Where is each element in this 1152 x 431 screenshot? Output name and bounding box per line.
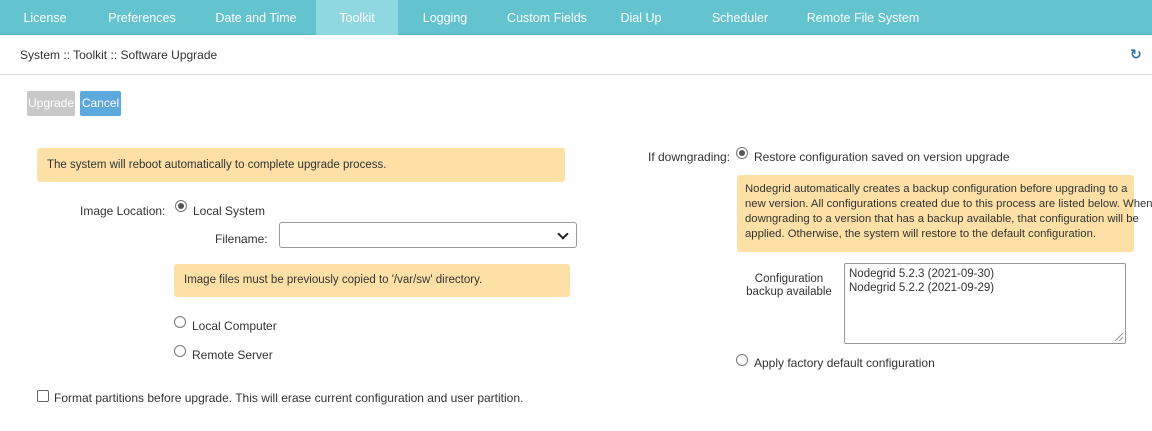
tab-scheduler[interactable]: Scheduler <box>700 0 780 35</box>
chevron-down-icon <box>557 228 569 240</box>
restore-config-label: Restore configuration saved on version u… <box>754 150 1010 164</box>
tab-logging[interactable]: Logging <box>410 0 480 35</box>
filename-label: Filename: <box>215 232 268 246</box>
refresh-icon[interactable]: ↻ <box>1130 47 1144 61</box>
downgrade-label: If downgrading: <box>648 150 731 164</box>
upgrade-button[interactable]: Upgrade <box>27 91 75 116</box>
cancel-button[interactable]: Cancel <box>80 91 121 116</box>
remote-server-radio[interactable] <box>174 345 186 357</box>
local-system-radio[interactable] <box>175 200 187 212</box>
format-partitions-checkbox[interactable] <box>37 390 49 402</box>
tab-remote-file-system[interactable]: Remote File System <box>798 0 928 35</box>
factory-default-label: Apply factory default configuration <box>754 356 935 370</box>
backup-label-line2: backup available <box>746 286 832 298</box>
backup-label-line1: Configuration <box>754 273 824 285</box>
remote-server-label: Remote Server <box>192 348 273 362</box>
top-nav: License Preferences Date and Time Toolki… <box>0 0 1152 35</box>
image-location-label: Image Location: <box>80 204 166 218</box>
tab-date-and-time[interactable]: Date and Time <box>206 0 306 35</box>
backup-info-line: new version. All configurations created … <box>745 198 1152 210</box>
reboot-note: The system will reboot automatically to … <box>37 148 565 182</box>
local-system-label: Local System <box>193 204 266 218</box>
local-computer-label: Local Computer <box>192 319 277 333</box>
restore-config-radio[interactable] <box>736 147 748 159</box>
tab-license[interactable]: License <box>8 0 82 35</box>
backup-list[interactable]: Nodegrid 5.2.3 (2021-09-30) Nodegrid 5.2… <box>844 263 1126 344</box>
tab-preferences[interactable]: Preferences <box>98 0 186 35</box>
image-files-note: Image files must be previously copied to… <box>174 264 570 297</box>
list-item[interactable]: Nodegrid 5.2.3 (2021-09-30) <box>849 267 1121 281</box>
factory-default-radio[interactable] <box>736 354 748 366</box>
backup-info-line: downgrading to a version that has a back… <box>745 213 1139 225</box>
tab-custom-fields[interactable]: Custom Fields <box>498 0 596 35</box>
backup-info-line: Nodegrid automatically creates a backup … <box>745 183 1128 195</box>
breadcrumb: System :: Toolkit :: Software Upgrade <box>20 48 218 62</box>
backup-info-note: Nodegrid automatically creates a backup … <box>737 175 1152 252</box>
format-partitions-label: Format partitions before upgrade. This w… <box>54 391 524 405</box>
filename-select[interactable] <box>279 222 577 248</box>
backup-info-line: applied. Otherwise, the system will rest… <box>745 228 1097 240</box>
backup-available-label: Configuration backup available <box>744 273 834 299</box>
resize-handle[interactable] <box>1115 333 1123 341</box>
list-item[interactable]: Nodegrid 5.2.2 (2021-09-29) <box>849 281 1121 295</box>
tab-toolkit[interactable]: Toolkit <box>316 0 398 35</box>
breadcrumb-bar: System :: Toolkit :: Software Upgrade ↻ <box>0 35 1152 75</box>
local-computer-radio[interactable] <box>174 316 186 328</box>
tab-dial-up[interactable]: Dial Up <box>612 0 670 35</box>
